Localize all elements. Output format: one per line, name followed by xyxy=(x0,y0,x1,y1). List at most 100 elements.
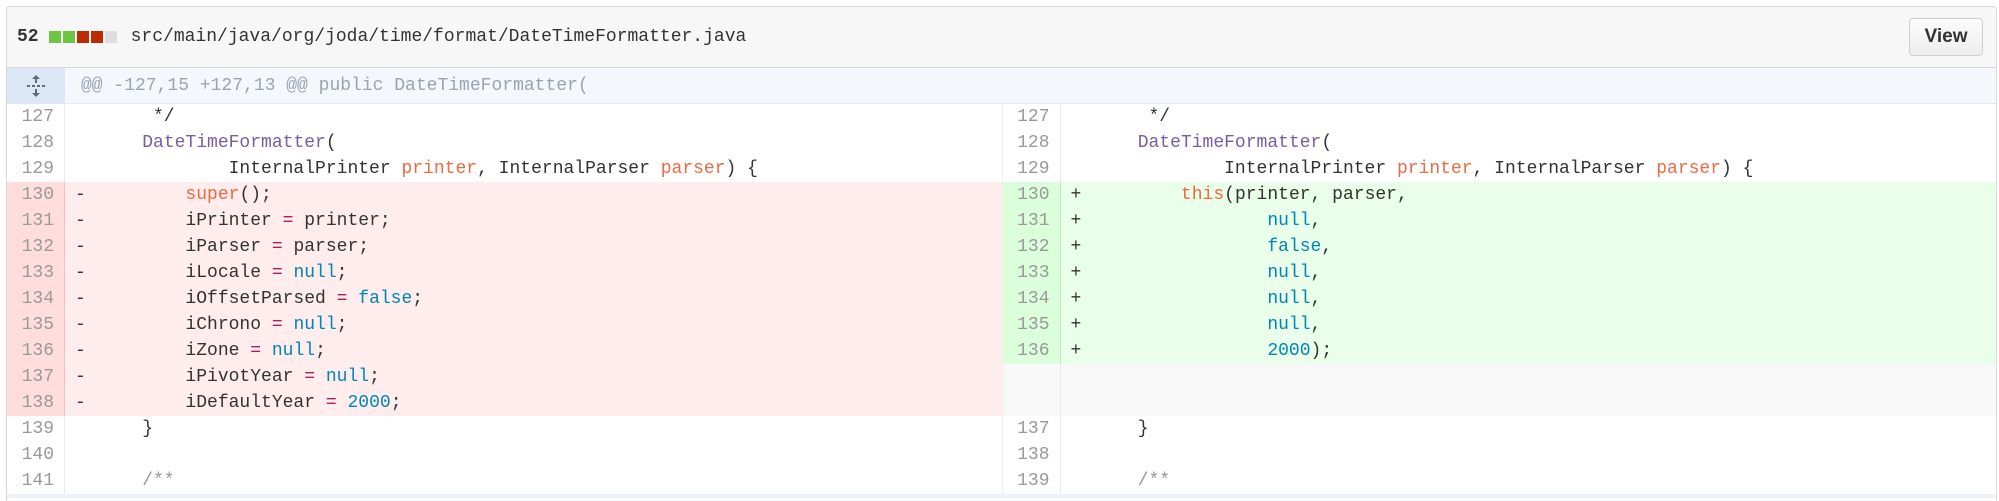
line-number[interactable]: 128 xyxy=(7,130,65,156)
line-number[interactable]: 133 xyxy=(7,260,65,286)
line-number[interactable]: 135 xyxy=(7,312,65,338)
diff-marker: + xyxy=(1070,263,1082,283)
diff-marker: - xyxy=(75,315,86,335)
code-content: null, xyxy=(1081,260,1322,286)
code-token: null xyxy=(271,341,316,361)
code-token: null xyxy=(1267,315,1311,335)
line-number[interactable]: 134 xyxy=(1002,286,1061,312)
code-token: ; xyxy=(390,393,402,413)
code-token: ) { xyxy=(1721,159,1754,179)
deleted-line: 134- iOffsetParsed = false; xyxy=(7,286,1002,312)
line-number[interactable]: 135 xyxy=(1002,312,1061,338)
line-number[interactable]: 134 xyxy=(7,286,65,312)
code-token: printer xyxy=(1396,159,1473,179)
line-number[interactable]: 137 xyxy=(1003,416,1061,442)
code-token: null xyxy=(1267,263,1311,283)
code-token: 2000 xyxy=(1267,341,1311,361)
deleted-line: 138- iDefaultYear = 2000; xyxy=(7,390,1002,416)
diff-marker: - xyxy=(75,341,86,361)
new-file-side: 127 */128 DateTimeFormatter(129 Internal… xyxy=(1001,104,1997,494)
line-number[interactable]: 130 xyxy=(1002,182,1061,208)
code-token: = xyxy=(304,367,316,387)
line-number[interactable]: 127 xyxy=(1003,104,1061,130)
code-content: iPivotYear = null; xyxy=(85,364,379,390)
line-number[interactable]: 137 xyxy=(7,364,65,390)
added-line: 132 + false, xyxy=(1002,234,1996,260)
unfold-icon[interactable] xyxy=(7,67,65,104)
diff-marker: + xyxy=(1070,185,1082,205)
line-number[interactable]: 139 xyxy=(1003,468,1061,494)
diff-marker: + xyxy=(1070,341,1082,361)
diff-marker: - xyxy=(75,211,86,231)
deleted-line: 130- super(); xyxy=(7,182,1002,208)
code-token: parser xyxy=(660,159,726,179)
diff-marker xyxy=(1061,468,1081,494)
context-line: 137 } xyxy=(1003,416,1997,442)
code-content: */ xyxy=(85,104,175,130)
diff-marker xyxy=(1061,442,1081,468)
empty-line xyxy=(1002,364,1996,390)
line-number[interactable]: 131 xyxy=(1002,208,1061,234)
line-number[interactable]: 140 xyxy=(7,442,65,468)
line-number[interactable]: 133 xyxy=(1002,260,1061,286)
code-token: , xyxy=(1310,263,1322,283)
line-number[interactable]: 136 xyxy=(1002,338,1061,364)
line-number[interactable]: 130 xyxy=(7,182,65,208)
code-token: iParser xyxy=(99,237,272,257)
code-token: iDefaultYear xyxy=(99,393,326,413)
code-content xyxy=(1081,442,1095,468)
diff-marker xyxy=(1061,416,1081,442)
view-file-button[interactable]: View xyxy=(1909,18,1983,56)
code-content: /** xyxy=(1081,468,1170,494)
code-token: 2000 xyxy=(347,393,391,413)
added-line: 135 + null, xyxy=(1002,312,1996,338)
code-token: printer xyxy=(401,159,478,179)
code-content xyxy=(1081,364,1095,390)
line-number[interactable]: 139 xyxy=(7,416,65,442)
code-token: = xyxy=(271,237,283,257)
context-line: 129 InternalPrinter printer, InternalPar… xyxy=(7,156,1002,182)
code-content: DateTimeFormatter( xyxy=(85,130,336,156)
deleted-line: 131- iPrinter = printer; xyxy=(7,208,1002,234)
code-content: } xyxy=(85,416,153,442)
code-token: parser xyxy=(1656,159,1722,179)
code-content: null, xyxy=(1081,286,1321,312)
code-content: this(printer, parser, xyxy=(1081,182,1408,208)
code-token: ); xyxy=(1310,341,1333,361)
diff-marker xyxy=(65,442,85,468)
line-number[interactable]: 138 xyxy=(1003,442,1061,468)
diff-marker xyxy=(1061,390,1081,416)
code-token: = xyxy=(271,315,283,335)
diff-marker: - xyxy=(75,393,86,413)
context-line: 128 DateTimeFormatter( xyxy=(1003,130,1997,156)
code-content: /** xyxy=(85,468,174,494)
line-number[interactable]: 127 xyxy=(7,104,65,130)
code-token: null xyxy=(293,263,337,283)
line-number[interactable]: 141 xyxy=(7,468,65,494)
split-diff: 127 */ 128 DateTimeFormatter(129 Internal… xyxy=(7,104,1996,494)
line-number[interactable]: 136 xyxy=(7,338,65,364)
expand-strip[interactable] xyxy=(7,494,1996,498)
code-token: = xyxy=(271,263,283,283)
line-number[interactable]: 132 xyxy=(1002,234,1061,260)
code-token: parser; xyxy=(282,237,370,257)
diffstat-block xyxy=(62,31,75,43)
line-number[interactable]: 128 xyxy=(1003,130,1061,156)
code-content xyxy=(1081,390,1095,416)
line-number[interactable]: 131 xyxy=(7,208,65,234)
code-token: null xyxy=(1267,289,1311,309)
line-number[interactable]: 129 xyxy=(1003,156,1061,182)
code-content: iDefaultYear = 2000; xyxy=(85,390,402,416)
code-token: this xyxy=(1180,185,1225,205)
line-number[interactable]: 132 xyxy=(7,234,65,260)
line-number[interactable]: 129 xyxy=(7,156,65,182)
file-path[interactable]: src/main/java/org/joda/time/format/DateT… xyxy=(131,27,747,47)
context-line: 140 xyxy=(7,442,1002,468)
code-token: false xyxy=(1267,237,1322,257)
added-line: 131 + null, xyxy=(1002,208,1996,234)
line-number[interactable]: 138 xyxy=(7,390,65,416)
